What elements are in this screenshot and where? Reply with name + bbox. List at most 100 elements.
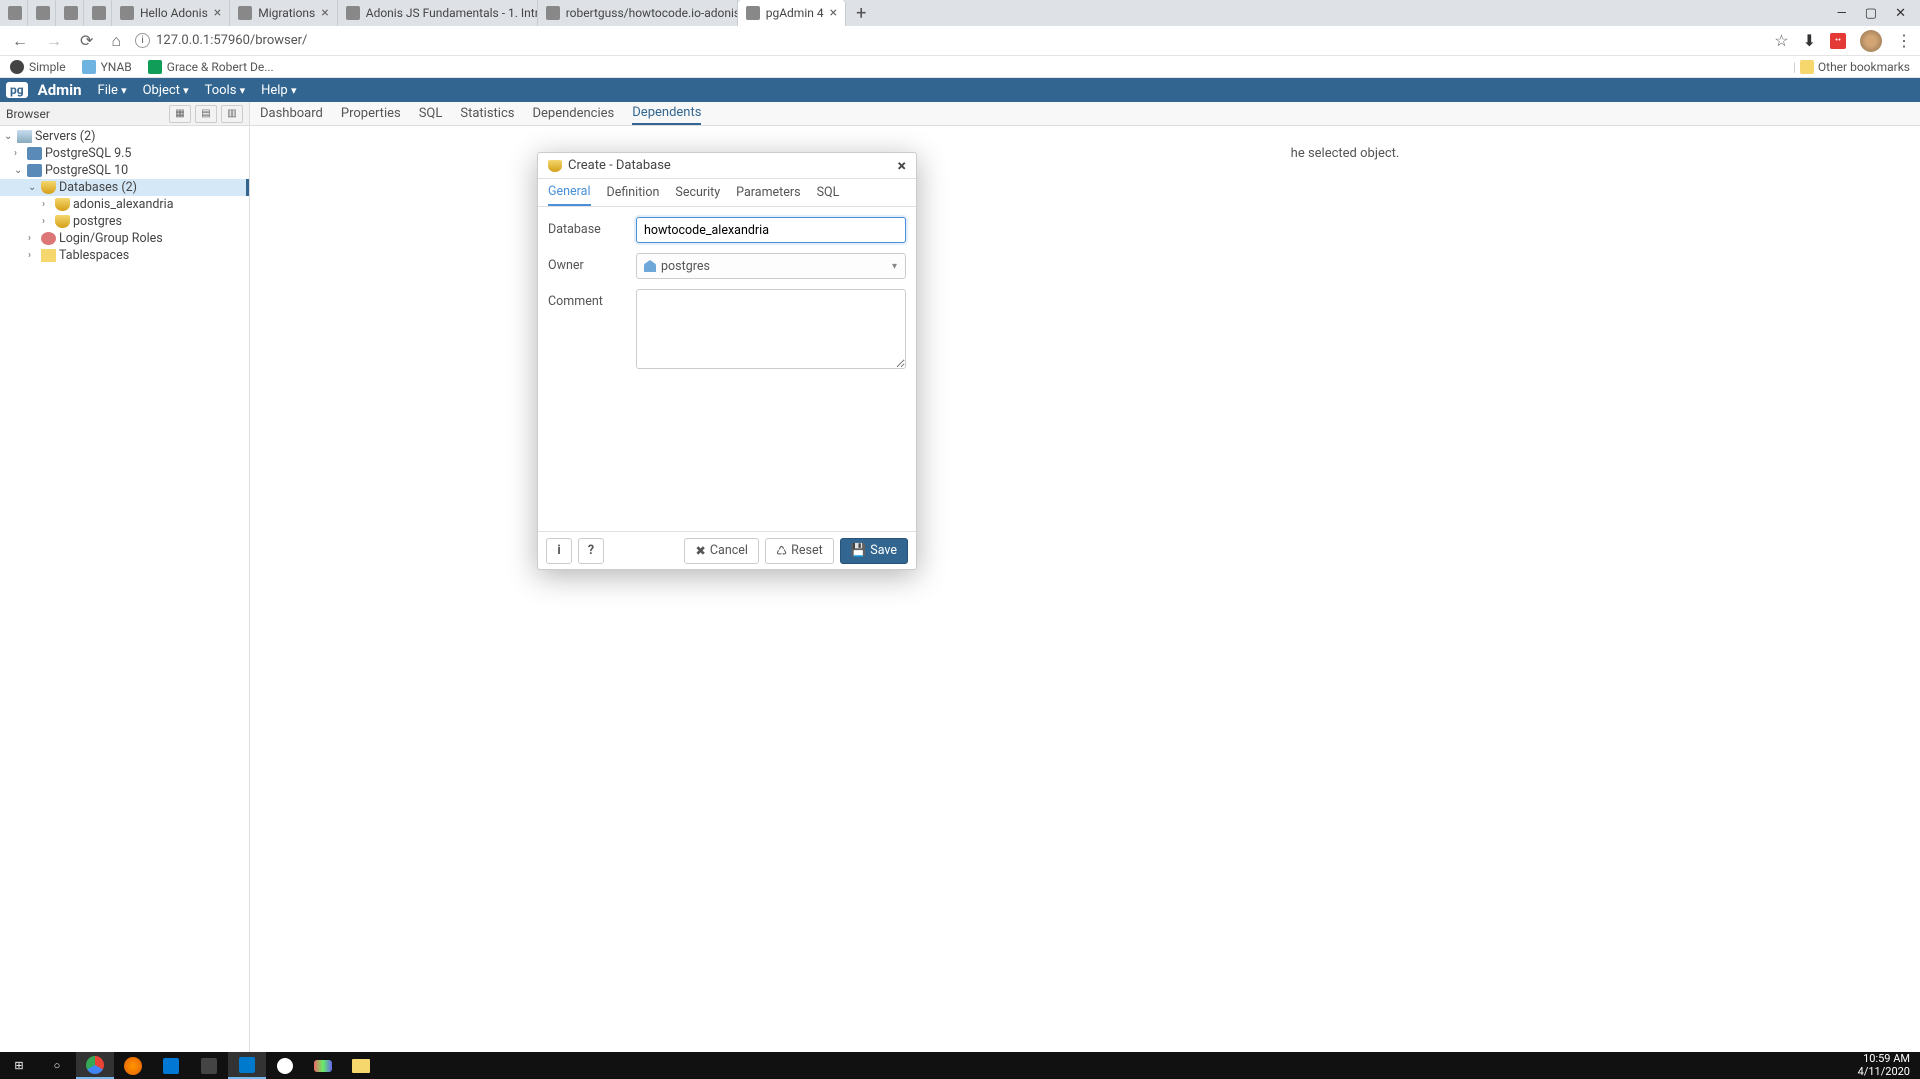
folder-icon <box>1800 60 1814 74</box>
menu-icon[interactable]: ⋮ <box>1896 31 1912 50</box>
explorer-icon[interactable] <box>342 1052 380 1079</box>
tab-parameters[interactable]: Parameters <box>736 180 800 205</box>
extension-icon[interactable]: •• <box>1830 33 1846 49</box>
panel-message: he selected object. <box>250 126 1920 181</box>
tree-tool-icon[interactable]: ▤ <box>195 105 217 123</box>
main-panel: Dashboard Properties SQL Statistics Depe… <box>250 102 1920 1052</box>
menu-file[interactable]: File ▾ <box>98 83 127 98</box>
database-icon <box>548 160 562 172</box>
app-icon[interactable] <box>304 1052 342 1079</box>
close-icon[interactable]: × <box>321 5 328 21</box>
browser-panel: Browser ▦ ▤ ▥ ⌄Servers (2) ›PostgreSQL 9… <box>0 102 250 1052</box>
system-tray[interactable]: 10:59 AM 4/11/2020 <box>1858 1053 1920 1077</box>
owner-label: Owner <box>548 253 636 273</box>
app-icon[interactable] <box>190 1052 228 1079</box>
close-window-icon[interactable]: ✕ <box>1895 6 1906 21</box>
tab-statistics[interactable]: Statistics <box>460 103 514 124</box>
forward-button[interactable]: → <box>42 31 66 51</box>
new-tab-button[interactable]: + <box>846 3 876 24</box>
reset-button[interactable]: ♺Reset <box>765 538 834 564</box>
close-icon[interactable]: × <box>830 5 837 21</box>
menu-object[interactable]: Object ▾ <box>143 83 189 98</box>
owner-select[interactable]: postgres <box>636 253 906 279</box>
vscode-icon[interactable] <box>228 1052 266 1079</box>
tree-pg10[interactable]: ⌄PostgreSQL 10 <box>0 162 249 179</box>
tab-definition[interactable]: Definition <box>607 180 660 205</box>
menu-tools[interactable]: Tools ▾ <box>205 83 246 98</box>
url-input[interactable]: i 127.0.0.1:57960/browser/ <box>135 33 1764 48</box>
dialog-header[interactable]: Create - Database × <box>538 153 916 179</box>
tab-placeholder <box>0 0 28 26</box>
browser-tab[interactable]: Migrations× <box>230 0 337 26</box>
tab-label: robertguss/howtocode.io-adonis <box>566 6 738 20</box>
browser-tab-active[interactable]: pgAdmin 4 × <box>738 0 846 26</box>
download-icon[interactable]: ⬇ <box>1803 31 1816 50</box>
tab-placeholder <box>28 0 56 26</box>
browser-tab[interactable]: Adonis JS Fundamentals - 1. Intro× <box>338 0 538 26</box>
close-icon: ✖ <box>695 543 705 559</box>
object-tree: ⌄Servers (2) ›PostgreSQL 9.5 ⌄PostgreSQL… <box>0 126 249 266</box>
pg-admin-text: Admin <box>38 81 82 99</box>
cancel-button[interactable]: ✖Cancel <box>684 538 759 564</box>
home-button[interactable]: ⌂ <box>107 31 125 51</box>
tab-dependents[interactable]: Dependents <box>632 102 701 125</box>
database-name-input[interactable] <box>636 217 906 243</box>
browser-tab[interactable]: Hello Adonis × <box>112 0 230 26</box>
back-button[interactable]: ← <box>8 31 32 51</box>
bookmark-item[interactable]: Simple <box>10 60 66 74</box>
windows-taskbar: ⊞ ○ 10:59 AM 4/11/2020 <box>0 1052 1920 1079</box>
window-controls: — ▢ ✕ <box>1837 6 1920 21</box>
recycle-icon: ♺ <box>776 543 787 559</box>
maximize-icon[interactable]: ▢ <box>1865 6 1877 21</box>
reload-button[interactable]: ⟳ <box>76 31 97 50</box>
browser-title: Browser <box>6 107 50 121</box>
tab-label: Hello Adonis <box>140 6 208 20</box>
firefox-icon[interactable] <box>114 1052 152 1079</box>
close-icon[interactable]: × <box>214 5 221 21</box>
tree-pg95[interactable]: ›PostgreSQL 9.5 <box>0 145 249 162</box>
start-button[interactable]: ⊞ <box>0 1052 38 1079</box>
tree-db-item[interactable]: ›adonis_alexandria <box>0 196 249 213</box>
tree-tablespaces[interactable]: ›Tablespaces <box>0 247 249 264</box>
dialog-title: Create - Database <box>568 158 671 173</box>
user-icon <box>644 260 656 272</box>
tree-servers[interactable]: ⌄Servers (2) <box>0 128 249 145</box>
browser-tab[interactable]: robertguss/howtocode.io-adonis× <box>538 0 738 26</box>
tree-tool-icon[interactable]: ▥ <box>221 105 243 123</box>
database-label: Database <box>548 217 636 237</box>
star-icon[interactable]: ☆ <box>1774 31 1788 50</box>
tab-general[interactable]: General <box>548 179 591 206</box>
save-button[interactable]: 💾Save <box>840 538 908 564</box>
help-button[interactable]: ? <box>578 538 604 564</box>
chrome-icon[interactable] <box>76 1052 114 1079</box>
comment-label: Comment <box>548 289 636 309</box>
create-database-dialog: Create - Database × General Definition S… <box>537 152 917 570</box>
app-icon[interactable] <box>152 1052 190 1079</box>
menu-help[interactable]: Help ▾ <box>261 83 296 98</box>
comment-textarea[interactable] <box>636 289 906 369</box>
save-icon: 💾 <box>851 543 867 558</box>
tab-label: pgAdmin 4 <box>766 6 824 20</box>
tree-roles[interactable]: ›Login/Group Roles <box>0 230 249 247</box>
other-bookmarks[interactable]: Other bookmarks <box>1818 60 1910 74</box>
bookmark-item[interactable]: YNAB <box>82 60 132 74</box>
bookmarks-bar: Simple YNAB Grace & Robert De... | Other… <box>0 56 1920 78</box>
profile-avatar[interactable] <box>1860 30 1882 52</box>
tab-dashboard[interactable]: Dashboard <box>260 103 323 124</box>
tab-sql[interactable]: SQL <box>419 103 443 124</box>
tree-db-item[interactable]: ›postgres <box>0 213 249 230</box>
tab-security[interactable]: Security <box>675 180 720 205</box>
bookmark-item[interactable]: Grace & Robert De... <box>148 60 274 74</box>
tab-dependencies[interactable]: Dependencies <box>532 103 614 124</box>
site-info-icon[interactable]: i <box>135 33 150 48</box>
url-text: 127.0.0.1:57960/browser/ <box>156 33 307 48</box>
tab-sql[interactable]: SQL <box>817 180 840 205</box>
minimize-icon[interactable]: — <box>1837 6 1847 21</box>
tree-tool-icon[interactable]: ▦ <box>169 105 191 123</box>
info-button[interactable]: i <box>546 538 572 564</box>
close-icon[interactable]: × <box>898 156 907 175</box>
cortana-icon[interactable]: ○ <box>38 1052 76 1079</box>
app-icon[interactable] <box>266 1052 304 1079</box>
tree-databases[interactable]: ⌄Databases (2) <box>0 179 249 196</box>
tab-properties[interactable]: Properties <box>341 103 401 124</box>
